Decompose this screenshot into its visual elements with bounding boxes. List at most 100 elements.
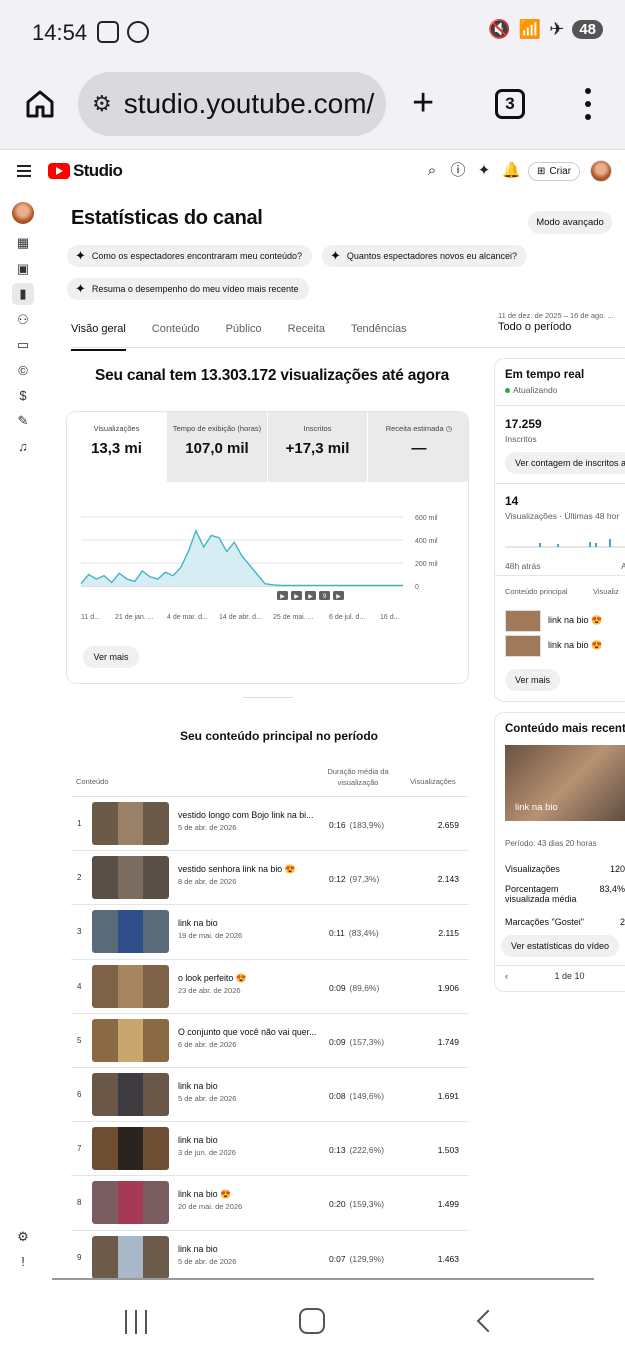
col-content-header: Conteúdo	[76, 777, 109, 786]
advanced-mode-button[interactable]: Modo avançado	[528, 211, 612, 234]
video-thumbnail[interactable]	[92, 802, 169, 845]
see-more-button[interactable]: Ver mais	[83, 646, 139, 668]
ask-chip[interactable]: ✦ Quantos espectadores novos eu alcancei?	[322, 245, 528, 267]
video-thumbnail[interactable]	[92, 1127, 169, 1171]
recent-stat-label: Porcentagem visualizada média	[505, 884, 577, 904]
ask-chip[interactable]: ✦ Como os espectadores encontraram meu co…	[67, 245, 313, 267]
copyright-icon[interactable]: ©	[12, 360, 34, 382]
new-tab-icon[interactable]: +	[412, 82, 434, 125]
search-icon[interactable]: ⌕	[424, 163, 440, 179]
video-thumbnail[interactable]	[92, 856, 169, 900]
table-row[interactable]: 6 link na bio 5 de abr. de 2026 0:08 (149,6%…	[71, 1067, 469, 1121]
realtime-see-more-button[interactable]: Ver mais	[505, 669, 561, 691]
analytics-tabs: Visão geral Conteúdo Público Receita Ten…	[71, 323, 407, 351]
metric-label: Visualizações	[93, 424, 140, 433]
avg-view-duration: 0:08 (149,6%)	[329, 1091, 385, 1101]
tab-revenue[interactable]: Receita	[288, 323, 325, 347]
metric-subscribers[interactable]: Inscritos +17,3 mil	[268, 412, 368, 482]
table-row[interactable]: 9 link na bio 5 de abr. de 2026 0:07 (129,9%…	[71, 1229, 469, 1284]
realtime-video-title[interactable]: link na bio 😍	[548, 640, 602, 651]
menu-icon[interactable]	[17, 165, 31, 177]
video-thumbnail[interactable]	[505, 635, 541, 657]
status-right: 🔇 📶 ✈ 48	[488, 19, 603, 40]
video-title[interactable]: link na bio	[178, 918, 218, 928]
y-tick-label: 400 mil	[415, 538, 438, 545]
period-selector[interactable]: Todo o período	[498, 321, 571, 333]
table-row[interactable]: 7 link na bio 3 de jun. de 2026 0:13 (222,6%…	[71, 1121, 469, 1175]
youtube-logo-icon	[48, 163, 70, 179]
subscriber-count-button[interactable]: Ver contagem de inscritos a	[505, 452, 625, 474]
video-title[interactable]: o look perfeito 😍	[178, 973, 247, 984]
audio-library-icon[interactable]: ♫	[12, 436, 34, 458]
back-icon[interactable]	[476, 1309, 500, 1333]
video-title[interactable]: vestido senhora link na bio 😍	[178, 864, 296, 875]
video-stats-button[interactable]: Ver estatísticas do vídeo	[501, 935, 620, 957]
video-title[interactable]: link na bio	[178, 1135, 218, 1145]
side-nav: ▦ ▣ ▮ ⚇ ▭ © $ ✎ ♫ ⚙ !	[0, 196, 46, 1276]
y-tick-label: 600 mil	[415, 515, 438, 522]
sparkle-icon[interactable]: ✦	[476, 163, 492, 179]
community-icon[interactable]: ⚇	[12, 309, 34, 331]
video-title[interactable]: link na bio 😍	[178, 1189, 231, 1200]
video-title[interactable]: link na bio	[178, 1081, 218, 1091]
site-settings-icon[interactable]: ⚙	[92, 91, 112, 117]
create-button[interactable]: ⊞ Criar	[528, 161, 581, 181]
video-title[interactable]: O conjunto que você não vai quer...	[178, 1027, 316, 1037]
row-index: 5	[77, 1035, 82, 1045]
video-thumbnail[interactable]	[505, 610, 541, 632]
notifications-icon[interactable]: 🔔	[502, 163, 521, 179]
tab-audience[interactable]: Público	[226, 323, 262, 347]
tab-switcher-button[interactable]: 3	[495, 89, 525, 119]
row-index: 3	[77, 927, 82, 937]
pager-label: 1 de 10	[554, 971, 585, 981]
video-thumbnail[interactable]	[92, 1073, 169, 1116]
video-thumbnail[interactable]	[92, 910, 169, 954]
video-title[interactable]: link na bio	[178, 1244, 218, 1254]
table-row[interactable]: 4 o look perfeito 😍 23 de abr. de 2026 0:09…	[71, 958, 469, 1013]
subtitles-icon[interactable]: ▭	[12, 334, 34, 356]
realtime-video-title[interactable]: link na bio 😍	[548, 615, 602, 626]
recents-icon[interactable]	[125, 1310, 147, 1334]
browser-menu-icon[interactable]	[584, 88, 592, 120]
sparkle-icon: ✦	[75, 281, 86, 296]
table-row[interactable]: 1 vestido longo com Bojo link na bi... 5 d…	[71, 796, 469, 850]
help-icon[interactable]: ⓘ	[450, 163, 466, 179]
metric-revenue[interactable]: Receita estimada ◷ —	[368, 412, 468, 482]
video-title[interactable]: vestido longo com Bojo link na bi...	[178, 810, 313, 820]
tab-content[interactable]: Conteúdo	[152, 323, 200, 347]
ask-chip[interactable]: ✦ Resuma o desempenho do meu vídeo mais r…	[67, 278, 309, 300]
table-row[interactable]: 8 link na bio 😍 20 de mai. de 2026 0:20 (159…	[71, 1175, 469, 1229]
customization-icon[interactable]: ✎	[12, 410, 34, 432]
chevron-left-icon[interactable]: ‹	[505, 971, 508, 981]
account-avatar[interactable]	[590, 160, 613, 182]
video-thumbnail[interactable]	[92, 1018, 169, 1062]
earn-icon[interactable]: $	[12, 385, 34, 407]
recent-video-thumbnail[interactable]: link na bio	[505, 745, 625, 821]
dashboard-icon[interactable]: ▦	[12, 232, 34, 254]
content-icon[interactable]: ▣	[12, 258, 34, 280]
metric-views[interactable]: Visualizações 13,3 mi	[67, 412, 167, 482]
metric-watch-time[interactable]: Tempo de exibição (horas) 107,0 mil	[167, 412, 268, 482]
settings-icon[interactable]: ⚙	[12, 1226, 34, 1248]
channel-avatar[interactable]	[12, 202, 34, 224]
home-icon[interactable]	[24, 88, 56, 120]
feedback-icon[interactable]: !	[12, 1251, 34, 1273]
tab-trends[interactable]: Tendências	[351, 323, 407, 347]
studio-logo[interactable]: Studio	[48, 161, 123, 181]
video-thumbnail[interactable]	[92, 964, 169, 1008]
video-thumbnail[interactable]	[92, 1235, 169, 1279]
table-row[interactable]: 5 O conjunto que você não vai quer... 6 de…	[71, 1012, 469, 1067]
tab-overview[interactable]: Visão geral	[71, 323, 126, 351]
col-views-header[interactable]: Visualizações	[410, 777, 456, 786]
row-index: 9	[77, 1252, 82, 1262]
video-thumbnail[interactable]	[92, 1181, 169, 1225]
address-bar[interactable]: ⚙ studio.youtube.com/	[78, 72, 386, 136]
row-index: 7	[77, 1144, 82, 1154]
table-row[interactable]: 2 vestido senhora link na bio 😍 8 de abr. …	[71, 850, 469, 904]
chart-area	[81, 530, 403, 586]
table-row[interactable]: 3 link na bio 19 de mai. de 2026 0:11 (83,4%…	[71, 904, 469, 958]
col-duration-header[interactable]: Duração média da visualização	[318, 766, 398, 788]
analytics-icon[interactable]: ▮	[12, 283, 34, 305]
home-nav-icon[interactable]	[299, 1308, 325, 1334]
video-marker-label: ▶	[280, 594, 285, 600]
